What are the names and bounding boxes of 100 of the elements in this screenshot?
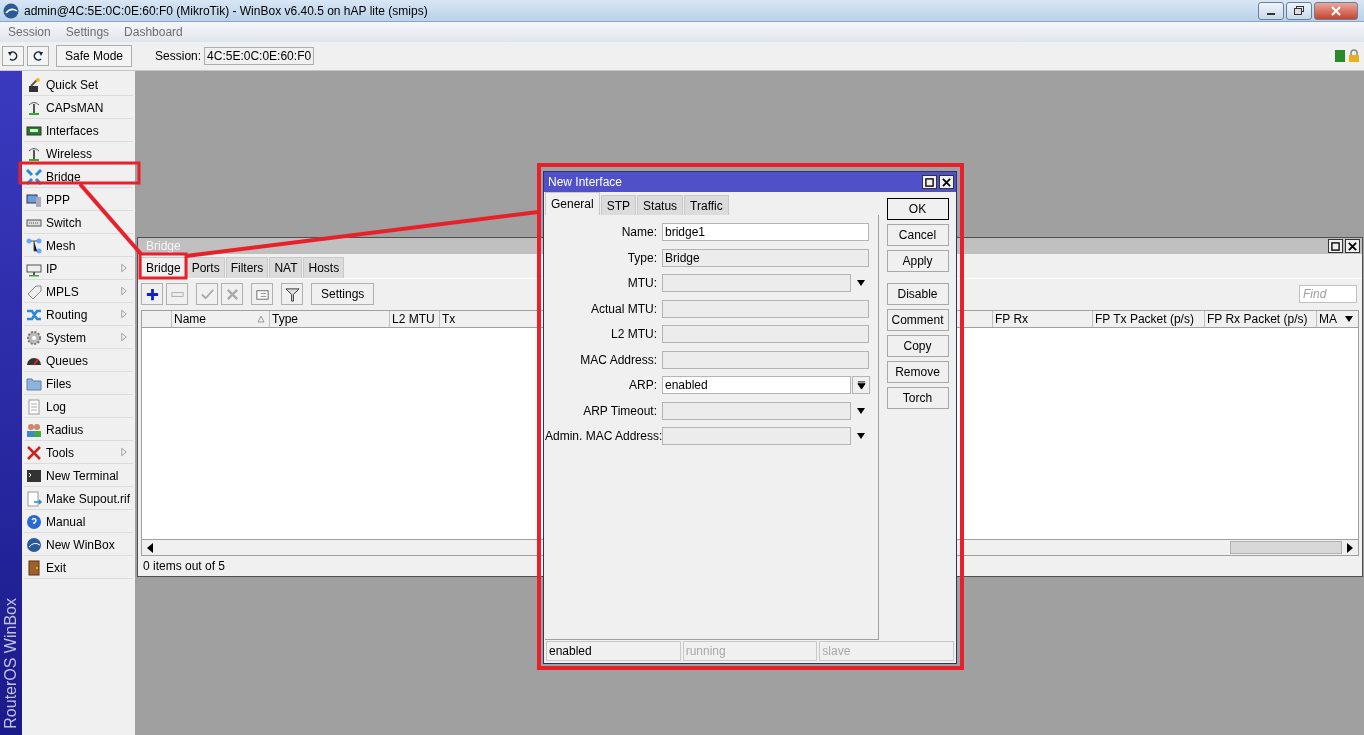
add-button[interactable] (141, 283, 163, 305)
sidebar-item[interactable]: New Terminal (24, 465, 133, 487)
tab[interactable]: NAT (269, 257, 303, 278)
maximize-button[interactable] (1286, 1, 1312, 20)
dropdown-arrow-icon (1344, 315, 1354, 323)
redo-button[interactable] (27, 46, 49, 66)
sidebar-item[interactable]: Make Supout.rif (24, 488, 133, 510)
field-label: Name: (620, 225, 658, 239)
sidebar-item[interactable]: MPLS (24, 281, 133, 303)
column-header[interactable]: Type (269, 311, 389, 327)
sidebar-item[interactable]: Exit (24, 557, 133, 579)
input-field[interactable] (662, 401, 851, 420)
globe-icon (26, 536, 42, 553)
input-field: Bridge (662, 248, 869, 267)
field-label: ARP Timeout: (582, 403, 658, 418)
help-icon (26, 513, 42, 530)
input-field[interactable]: enabled (662, 376, 851, 394)
sidebar-item[interactable]: Radius (24, 419, 133, 441)
tab[interactable]: General (545, 192, 600, 215)
close-button[interactable] (939, 175, 954, 189)
close-button[interactable] (1345, 239, 1360, 253)
gear-icon (26, 329, 42, 346)
menu-item[interactable]: Settings (65, 25, 110, 39)
dialog-button[interactable]: Cancel (886, 224, 949, 246)
submenu-arrow-icon (121, 447, 127, 457)
tab[interactable]: Filters (225, 257, 269, 278)
sidebar-item[interactable]: Bridge (24, 166, 133, 188)
column-header[interactable]: Name (171, 311, 269, 327)
sidebar-item[interactable]: Log (24, 396, 133, 418)
tab[interactable]: Status (637, 195, 684, 215)
highlight-box (138, 252, 188, 280)
column-header[interactable]: MA (1316, 311, 1340, 327)
sidebar-item[interactable]: Interfaces (24, 120, 133, 142)
dropdown-button[interactable] (852, 376, 870, 394)
folder-icon (26, 375, 42, 392)
filter-button[interactable] (281, 283, 303, 305)
dropdown-arrow-icon[interactable] (856, 406, 866, 415)
check-button[interactable] (196, 283, 218, 305)
lock-icon (1348, 49, 1360, 63)
tab[interactable]: Traffic (684, 195, 729, 215)
sidebar-item[interactable]: Wireless (24, 143, 133, 165)
tab[interactable]: Ports (186, 257, 225, 278)
undo-icon (7, 50, 19, 62)
input-field[interactable]: bridge1 (662, 223, 869, 241)
tab[interactable]: STP (600, 195, 637, 215)
column-header[interactable]: FP Tx Packet (p/s) (1092, 311, 1204, 327)
status-cell: running (682, 641, 818, 661)
tab[interactable]: Hosts (303, 257, 345, 278)
settings-button[interactable]: Settings (311, 283, 375, 305)
submenu-arrow-icon (121, 332, 127, 342)
menu-item[interactable]: Dashboard (124, 25, 183, 39)
close-icon (1330, 5, 1342, 16)
column-header[interactable]: Tx (439, 311, 539, 327)
field-label: Type: (626, 250, 658, 265)
comment-button[interactable] (251, 283, 273, 305)
dropdown-arrow-icon[interactable] (856, 279, 866, 287)
input-field[interactable] (662, 274, 851, 292)
input-field[interactable] (662, 427, 851, 445)
maximize-button[interactable] (922, 175, 937, 189)
dropdown-arrow-icon[interactable] (856, 432, 866, 440)
column-header[interactable]: L2 MTU (389, 311, 439, 327)
maximize-button[interactable] (1328, 239, 1343, 253)
sidebar-item[interactable]: IP (24, 258, 133, 280)
dialog-button[interactable]: Comment (886, 309, 949, 331)
undo-button[interactable] (2, 46, 24, 66)
column-header[interactable]: FP Rx Packet (p/s) (1204, 311, 1316, 327)
monitor-icon (26, 191, 42, 208)
restore-icon (1294, 6, 1304, 15)
dialog-button[interactable]: Disable (886, 283, 949, 305)
terminal-icon (26, 467, 42, 484)
sidebar-item[interactable]: CAPsMAN (24, 97, 133, 119)
safe-mode-button[interactable]: Safe Mode (56, 45, 133, 67)
tag-icon (26, 283, 42, 300)
close-icon (942, 177, 951, 187)
status-cell: slave (819, 641, 954, 661)
sidebar-item[interactable]: Switch (24, 212, 133, 234)
dialog-button[interactable]: Apply (886, 250, 949, 272)
sidebar-item[interactable]: Queues (24, 350, 133, 372)
sidebar-item[interactable]: PPP (24, 189, 133, 211)
dialog-button[interactable]: Copy (886, 335, 949, 357)
sidebar-item[interactable]: Tools (24, 442, 133, 464)
minimize-button[interactable] (1258, 1, 1284, 20)
dialog-button[interactable]: Torch (886, 387, 949, 409)
dialog-button[interactable]: OK (886, 198, 949, 220)
sidebar-item[interactable]: Manual (24, 511, 133, 533)
sidebar-item[interactable]: Routing (24, 304, 133, 326)
column-header[interactable]: FP Rx (992, 311, 1092, 327)
sidebar-item[interactable]: Quick Set (24, 74, 133, 96)
menu-item[interactable]: Session (8, 25, 51, 39)
app-logo-icon (3, 2, 19, 19)
status-cell: enabled (546, 641, 681, 661)
session-label: Session: (155, 49, 202, 63)
sidebar-item[interactable]: Files (24, 373, 133, 395)
sidebar-item[interactable]: New WinBox (24, 534, 133, 556)
dialog-button[interactable]: Remove (886, 361, 949, 383)
window-title: admin@4C:5E:0C:0E:60:F0 (MikroTik) - WinBox v6.40.5 on hAP lite (smips) (24, 3, 428, 18)
cross-icon (224, 286, 240, 302)
find-field[interactable]: Find (1299, 285, 1357, 303)
sidebar-item[interactable]: System (24, 327, 133, 349)
sidebar-item[interactable]: Mesh (24, 235, 133, 257)
